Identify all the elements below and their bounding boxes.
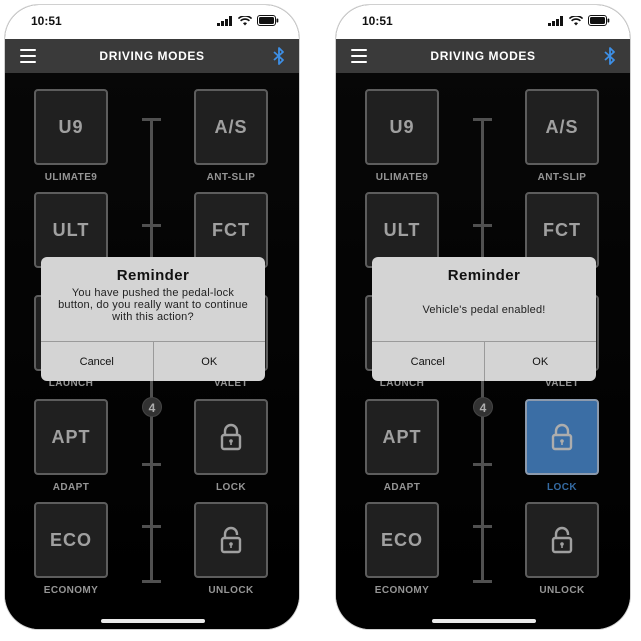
status-time: 10:51 <box>31 14 62 28</box>
bluetooth-icon[interactable] <box>273 47 285 65</box>
status-time: 10:51 <box>362 14 393 28</box>
bluetooth-icon[interactable] <box>604 47 616 65</box>
dialog-title: Reminder <box>116 267 190 284</box>
phone-screen-right: 10:51 DRIVING MODES 4 U9 ULIMATE9 A/S AN… <box>336 5 630 629</box>
page-title: DRIVING MODES <box>430 49 536 63</box>
status-icons <box>217 15 279 26</box>
phone-screen-left: 10:51 DRIVING MODES 4 U9 ULIMATE9 A/S AN… <box>5 5 299 629</box>
dialog-actions: Cancel OK <box>41 341 265 381</box>
battery-icon <box>257 15 279 26</box>
dialog-actions: Cancel OK <box>372 341 596 381</box>
signal-icon <box>217 15 232 26</box>
dialog-message: Vehicle's pedal enabled! <box>422 304 546 316</box>
cancel-button[interactable]: Cancel <box>372 342 484 381</box>
reminder-dialog: Reminder You have pushed the pedal-lock … <box>41 257 265 381</box>
status-bar: 10:51 <box>5 5 299 39</box>
page-title: DRIVING MODES <box>99 49 205 63</box>
dialog-message: You have pushed the pedal-lock button, d… <box>58 287 248 323</box>
home-indicator <box>101 619 205 623</box>
status-bar: 10:51 <box>336 5 630 39</box>
wifi-icon <box>238 15 252 25</box>
dialog-title: Reminder <box>447 267 521 284</box>
ok-button[interactable]: OK <box>152 342 266 381</box>
app-header: DRIVING MODES <box>5 39 299 73</box>
ok-button[interactable]: OK <box>483 342 597 381</box>
status-icons <box>548 15 610 26</box>
app-header: DRIVING MODES <box>336 39 630 73</box>
cancel-button[interactable]: Cancel <box>41 342 153 381</box>
reminder-dialog: Reminder Vehicle's pedal enabled! Cancel… <box>372 257 596 381</box>
home-indicator <box>432 619 536 623</box>
signal-icon <box>548 15 563 26</box>
wifi-icon <box>569 15 583 25</box>
battery-icon <box>588 15 610 26</box>
